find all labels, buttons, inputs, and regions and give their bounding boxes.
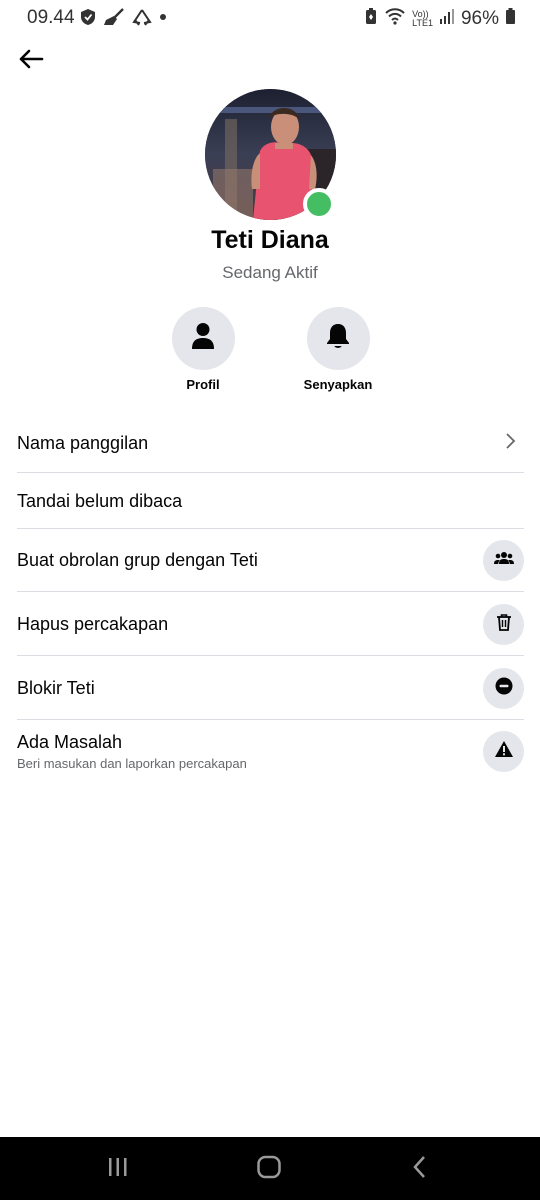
menu-item-create-group[interactable]: Buat obrolan grup dengan Teti: [17, 539, 524, 581]
contact-status: Sedang Aktif: [222, 263, 318, 282]
menu-item-nickname[interactable]: Nama panggilan: [17, 424, 524, 462]
menu-item-label: Blokir Teti: [17, 677, 95, 698]
trash-icon-button: [483, 603, 524, 645]
back-nav-button[interactable]: [405, 1154, 435, 1184]
recent-apps-icon: [106, 1156, 130, 1183]
status-left-icons: [80, 8, 167, 31]
recycle-icon: [132, 8, 152, 31]
chevron-right-icon: [504, 432, 516, 455]
divider: [17, 528, 524, 529]
menu-item-delete-chat[interactable]: Hapus percakapan: [17, 603, 524, 645]
divider: [17, 591, 524, 592]
profile-label: Profil: [186, 377, 220, 392]
back-icon: [411, 1155, 429, 1184]
profile-button[interactable]: Profil: [148, 307, 258, 392]
signal-icon: [439, 7, 455, 30]
menu-item-sublabel: Beri masukan dan laporkan percakapan: [17, 756, 247, 771]
menu-item-label: Ada Masalah: [17, 732, 123, 752]
block-icon: [495, 677, 513, 700]
recent-apps-button[interactable]: [103, 1154, 133, 1184]
mute-button[interactable]: Senyapkan: [283, 307, 393, 392]
broom-icon: [103, 8, 125, 31]
home-button[interactable]: [254, 1154, 284, 1184]
wifi-icon: [384, 7, 406, 30]
status-time: 09.44: [27, 7, 75, 28]
menu-item-label: Tandai belum dibaca: [17, 490, 183, 511]
person-icon: [191, 322, 215, 355]
shield-icon: [80, 8, 96, 31]
battery-percent: 96%: [460, 7, 499, 29]
warning-icon-button: [483, 731, 524, 772]
menu-item-label: Nama panggilan: [17, 432, 149, 453]
menu-item-block[interactable]: Blokir Teti: [17, 667, 524, 709]
mute-circle[interactable]: [306, 307, 370, 370]
arrow-left-icon: [18, 48, 44, 75]
profile-circle[interactable]: [171, 307, 235, 370]
bell-icon: [325, 322, 351, 355]
menu-item-label: Buat obrolan grup dengan Teti: [17, 549, 258, 570]
lte-label: LTE1: [412, 17, 433, 28]
menu-item-report-problem[interactable]: Ada Masalah Beri masukan dan laporkan pe…: [17, 730, 524, 773]
status-bar: 09.44 Vo)) LTE1 96%: [0, 0, 540, 36]
mute-label: Senyapkan: [303, 377, 373, 392]
back-button[interactable]: [16, 46, 46, 76]
status-right-icons: Vo)) LTE1 96%: [364, 7, 516, 30]
group-icon: [493, 551, 514, 570]
network-type: Vo)) LTE1: [412, 9, 433, 28]
block-icon-button: [483, 667, 524, 709]
system-nav-bar: [0, 1137, 540, 1200]
menu-item-label: Hapus percakapan: [17, 613, 169, 634]
online-status-dot: [303, 188, 335, 220]
divider: [17, 719, 524, 720]
contact-name: Teti Diana: [211, 226, 329, 254]
dot-icon: [159, 8, 167, 31]
menu-item-mark-unread[interactable]: Tandai belum dibaca: [17, 482, 524, 520]
warning-icon: [494, 740, 514, 763]
divider: [17, 472, 524, 473]
home-icon: [256, 1155, 282, 1184]
trash-icon: [496, 613, 512, 636]
battery-icon: [505, 7, 516, 30]
group-icon-button: [483, 539, 524, 581]
menu-item-text-group: Ada Masalah Beri masukan dan laporkan pe…: [17, 732, 247, 771]
battery-saver-icon: [364, 7, 378, 30]
divider: [17, 655, 524, 656]
